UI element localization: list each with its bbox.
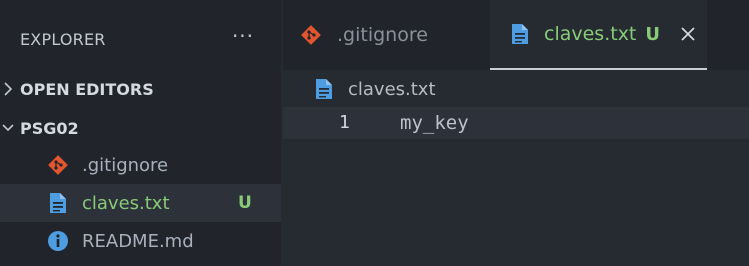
tab-bar: .gitignore claves.txt U xyxy=(283,0,749,70)
folder-label: PSG02 xyxy=(20,118,79,138)
file-name: claves.txt xyxy=(82,192,170,214)
text-file-icon xyxy=(313,77,335,101)
breadcrumb-file: claves.txt xyxy=(348,78,436,100)
file-tree-item-selected[interactable]: claves.txt U xyxy=(0,184,281,222)
close-icon[interactable] xyxy=(678,24,698,44)
git-icon xyxy=(299,23,323,47)
explorer-title: EXPLORER xyxy=(20,30,106,49)
explorer-sidebar: EXPLORER ··· OPEN EDITORS PSG02 .gitigno… xyxy=(0,0,281,266)
text-file-icon xyxy=(508,22,532,46)
untracked-badge: U xyxy=(645,23,661,45)
tab-label: claves.txt xyxy=(544,23,637,45)
chevron-down-icon xyxy=(2,120,14,136)
open-editors-label: OPEN EDITORS xyxy=(20,79,154,99)
folder-section[interactable]: PSG02 xyxy=(0,113,281,143)
vscode-window: EXPLORER ··· OPEN EDITORS PSG02 .gitigno… xyxy=(0,0,749,266)
editor-area: .gitignore claves.txt U claves.txt 1 my_… xyxy=(283,0,749,266)
file-tree-item[interactable]: README.md xyxy=(0,222,281,260)
untracked-badge: U xyxy=(238,193,252,213)
tab-claves-active[interactable]: claves.txt U xyxy=(490,0,707,70)
more-actions-button[interactable]: ··· xyxy=(229,26,257,50)
line-number: 1 xyxy=(339,112,350,133)
chevron-right-icon xyxy=(2,81,14,97)
info-icon xyxy=(46,229,70,253)
git-icon xyxy=(46,153,70,177)
line-text[interactable]: my_key xyxy=(400,112,469,134)
breadcrumb[interactable]: claves.txt xyxy=(313,77,436,101)
file-name: .gitignore xyxy=(82,154,169,176)
file-tree-item[interactable]: .gitignore xyxy=(0,146,281,184)
code-line[interactable]: 1 my_key xyxy=(283,107,749,139)
tab-gitignore[interactable]: .gitignore xyxy=(299,0,489,70)
text-file-icon xyxy=(46,191,70,215)
open-editors-section[interactable]: OPEN EDITORS xyxy=(0,74,281,104)
file-name: README.md xyxy=(82,230,194,252)
tab-label: .gitignore xyxy=(337,24,428,46)
